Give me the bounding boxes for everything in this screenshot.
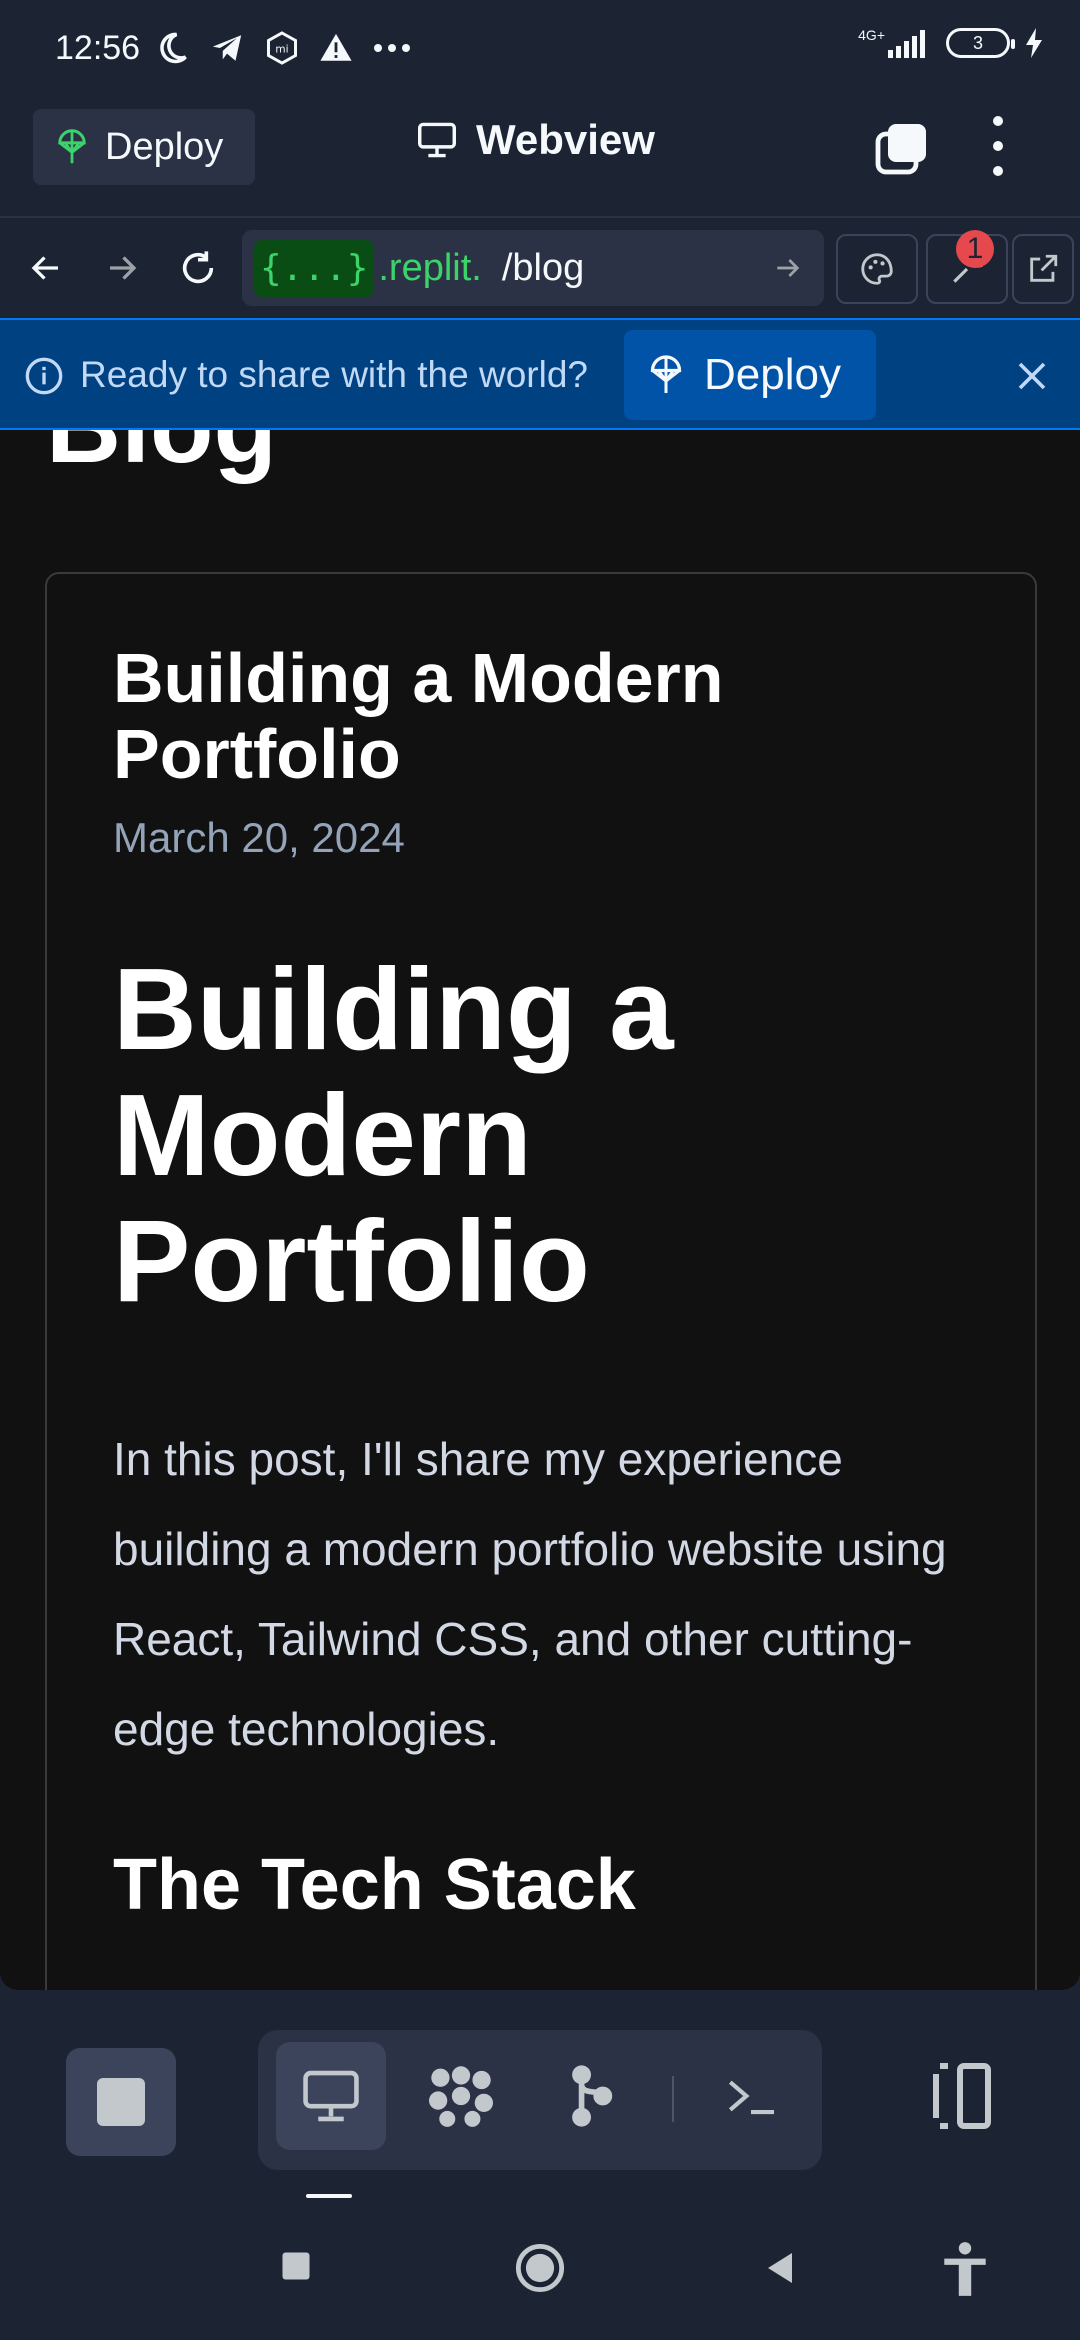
- svg-text:mi: mi: [276, 44, 289, 56]
- deploy-button[interactable]: Deploy: [33, 109, 255, 185]
- url-input[interactable]: {...} .replit. /blog: [242, 230, 824, 306]
- home-icon[interactable]: [514, 2242, 566, 2294]
- tab-title: Webview: [416, 116, 655, 164]
- recent-apps-icon[interactable]: [278, 2248, 314, 2284]
- active-tab-indicator: [306, 2194, 352, 2198]
- deploy-icon: [650, 355, 682, 393]
- tab-webview[interactable]: [276, 2042, 386, 2150]
- banner-deploy-button[interactable]: Deploy: [624, 330, 876, 420]
- url-path: /blog: [501, 246, 585, 289]
- stop-button[interactable]: [66, 2048, 176, 2156]
- deploy-icon: [58, 129, 86, 164]
- tab-packages[interactable]: [406, 2042, 516, 2150]
- reload-icon: [182, 251, 214, 284]
- webview-content: Blog Building a Modern Portfolio March 2…: [0, 430, 1080, 1990]
- post-body: In this post, I'll share my experience b…: [113, 1433, 947, 1755]
- status-time: 12:56: [55, 28, 141, 67]
- webview-icon: [303, 2070, 359, 2122]
- back-button[interactable]: [20, 242, 72, 294]
- post-section-heading: The Tech Stack: [113, 1845, 636, 1925]
- moon-icon: [160, 32, 187, 64]
- info-icon: [25, 357, 63, 395]
- close-icon[interactable]: [1014, 358, 1050, 394]
- more-icon: [374, 44, 411, 52]
- warning-icon: [320, 33, 352, 61]
- forward-button[interactable]: [96, 242, 148, 294]
- shell-icon: [728, 2080, 774, 2115]
- bottom-toolbar: [0, 1990, 1080, 2200]
- post-card-title[interactable]: Building a Modern Portfolio: [113, 640, 813, 792]
- telegram-icon: [212, 35, 242, 61]
- external-link-icon: [1030, 254, 1058, 282]
- banner-deploy-label: Deploy: [704, 350, 841, 399]
- page-heading: Blog: [46, 430, 277, 487]
- post-date: March 20, 2024: [113, 814, 405, 861]
- battery-icon: 3: [946, 28, 1015, 58]
- status-icons-left: mi: [154, 30, 412, 66]
- stop-icon: [97, 2078, 145, 2126]
- tool-divider: [672, 2076, 674, 2122]
- layout-icon[interactable]: [920, 2054, 1000, 2134]
- battery-level: 3: [972, 32, 983, 53]
- go-arrow-icon[interactable]: [772, 252, 804, 284]
- tabs-icon[interactable]: [874, 120, 930, 176]
- deploy-label: Deploy: [105, 125, 224, 168]
- tab-shell[interactable]: [696, 2042, 806, 2150]
- blog-post-card[interactable]: Building a Modern Portfolio March 20, 20…: [45, 572, 1037, 1990]
- charging-icon: [1026, 28, 1042, 58]
- more-options-icon[interactable]: [984, 116, 1012, 176]
- app-bar: Deploy Webview: [0, 96, 1080, 218]
- status-icons-right: 4G+ 3: [858, 28, 1044, 58]
- back-icon[interactable]: [762, 2248, 798, 2288]
- tool-switcher: [258, 2030, 822, 2170]
- packages-icon: [429, 2066, 493, 2127]
- monitor-icon: [418, 122, 456, 158]
- banner-message: Ready to share with the world?: [80, 354, 588, 395]
- arrow-left-icon: [31, 256, 58, 280]
- reload-button[interactable]: [172, 242, 224, 294]
- browser-toolbar: {...} .replit. /blog 1: [0, 220, 1080, 316]
- mi-icon: mi: [267, 31, 298, 65]
- palette-icon: [861, 253, 893, 285]
- deploy-banner: Ready to share with the world? Deploy: [0, 318, 1080, 430]
- network-type: 4G+: [858, 27, 885, 43]
- notification-badge: 1: [956, 230, 994, 268]
- system-nav-bar: [0, 2200, 1080, 2340]
- status-bar: 12:56 mi 4G+ 3: [0, 0, 1080, 96]
- url-host: .replit.: [378, 246, 482, 289]
- arrow-right-icon: [110, 256, 137, 280]
- post-title: Building a Modern Portfolio: [113, 944, 674, 1326]
- url-badge: {...}: [254, 239, 375, 297]
- open-external-button[interactable]: [1012, 234, 1074, 304]
- tab-git[interactable]: [536, 2042, 646, 2150]
- accessibility-icon[interactable]: [940, 2240, 990, 2298]
- page-title: Webview: [476, 116, 655, 163]
- signal-icon: 4G+: [858, 28, 932, 58]
- git-icon: [572, 2065, 613, 2127]
- theme-button[interactable]: [836, 234, 918, 304]
